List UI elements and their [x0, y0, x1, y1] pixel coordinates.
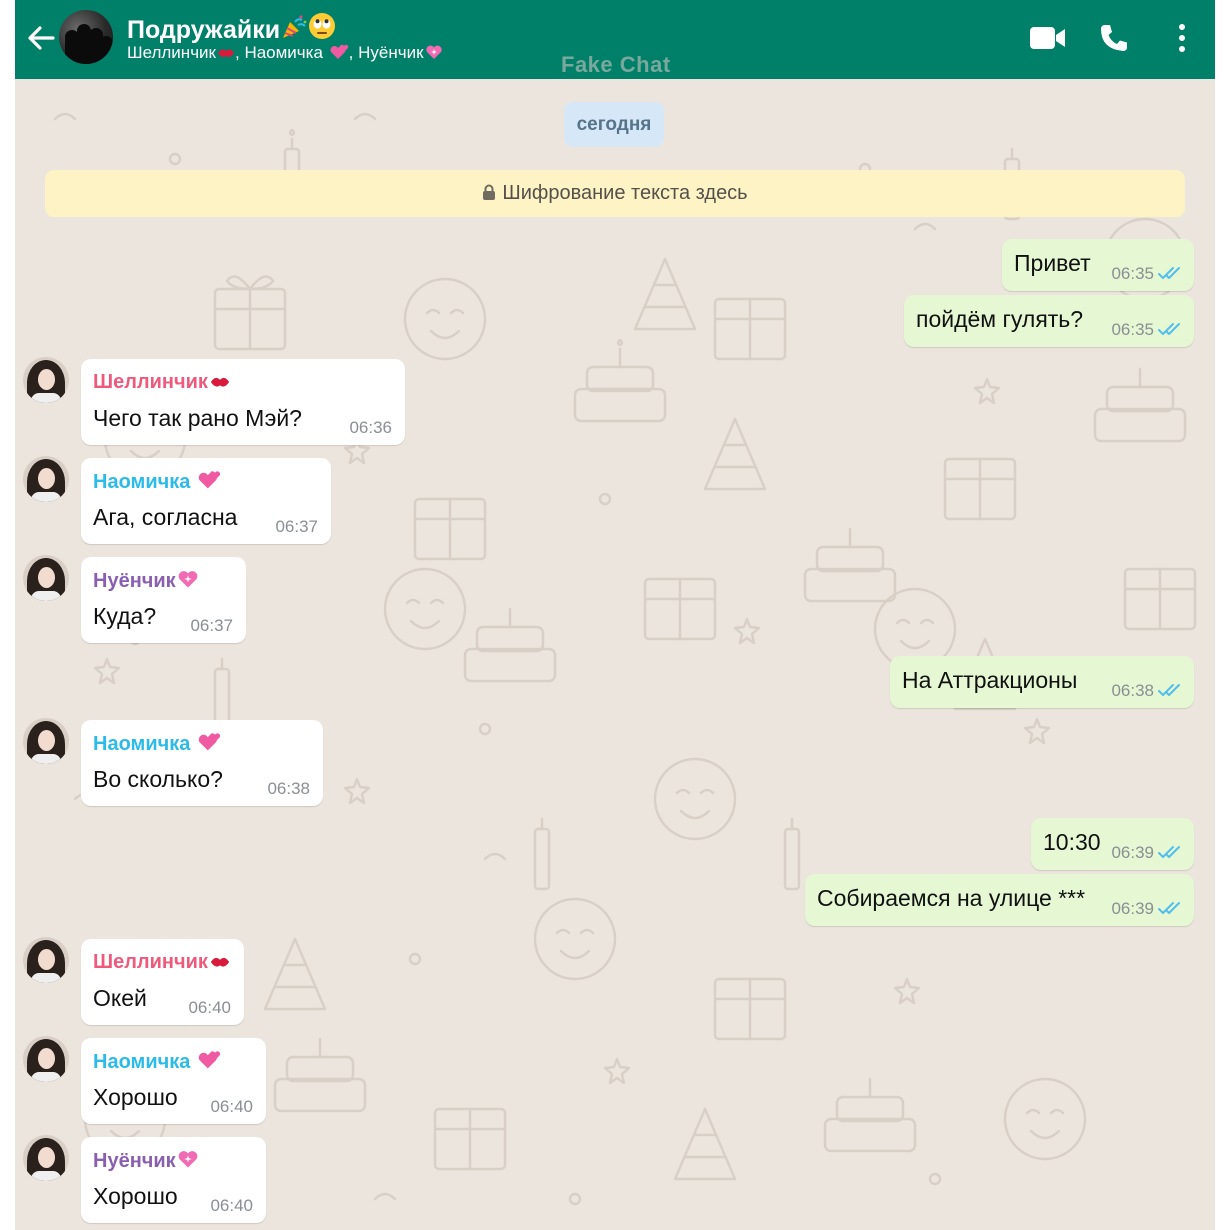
sender-avatar[interactable]: [23, 1036, 69, 1082]
sender-name-text: Нуёнчик: [93, 570, 176, 592]
outgoing-message[interactable]: Привет 06:35: [1002, 239, 1194, 291]
back-arrow-icon[interactable]: [25, 20, 57, 56]
message-time: 06:37: [275, 517, 318, 536]
member-name: Наомичка: [244, 43, 323, 62]
sender-avatar[interactable]: [23, 937, 69, 983]
message-time: 06:39: [1111, 899, 1154, 918]
encryption-notice-text: Шифрование текста здесь: [502, 182, 748, 204]
incoming-message[interactable]: Наомичка Во сколько? 06:38: [81, 720, 323, 806]
kiss-mark-icon: [210, 957, 230, 967]
incoming-message[interactable]: Наомичка Ага, согласна 06:37: [81, 458, 331, 544]
message-time: 06:37: [190, 616, 233, 635]
message-time: 06:40: [188, 998, 231, 1017]
sparkling-heart-icon: [425, 45, 442, 59]
two-hearts-icon: [198, 471, 221, 489]
sparkling-heart-icon: [178, 1151, 198, 1168]
chat-area[interactable]: сегодня Шифрование текста здесь Привет 06…: [15, 79, 1215, 1230]
two-hearts-icon: [198, 733, 221, 751]
app-watermark: Fake Chat: [561, 52, 671, 77]
incoming-message[interactable]: Наомичка Хорошо 06:40: [81, 1038, 266, 1124]
sender-avatar[interactable]: [23, 456, 69, 502]
message-text: Хорошо: [93, 1084, 178, 1110]
message-text: Окей: [93, 985, 147, 1011]
sender-avatar[interactable]: [23, 1135, 69, 1181]
message-time: 06:40: [210, 1196, 253, 1215]
sender-name[interactable]: Наомичка: [93, 470, 221, 494]
chat-header: Подружайки Шеллинчик, Наомичка , Нуёнчик: [15, 0, 1215, 79]
read-receipt-icon: [1158, 322, 1182, 341]
message-text: На Аттракционы: [902, 667, 1078, 693]
incoming-message[interactable]: Нуёнчик Хорошо 06:40: [81, 1137, 266, 1223]
read-receipt-icon: [1158, 901, 1182, 920]
eye-roll-face-icon: [309, 13, 336, 39]
chat-app: Подружайки Шеллинчик, Наомичка , Нуёнчик: [15, 0, 1215, 1230]
message-text: 10:30: [1043, 829, 1101, 855]
sender-name-text: Шеллинчик: [93, 371, 208, 393]
message-text: Привет: [1014, 250, 1091, 276]
outgoing-message[interactable]: пойдём гулять? 06:35: [904, 295, 1194, 347]
message-text: Хорошо: [93, 1183, 178, 1209]
sender-name[interactable]: Шеллинчик: [93, 371, 231, 394]
phone-icon[interactable]: [1098, 22, 1130, 54]
member-name: Нуёнчик: [358, 43, 424, 62]
incoming-message[interactable]: Шеллинчик Чего так рано Мэй? 06:36: [81, 359, 405, 445]
more-options-icon[interactable]: [1175, 22, 1189, 54]
outgoing-message[interactable]: 10:30 06:39: [1031, 818, 1194, 870]
group-avatar[interactable]: [59, 10, 113, 64]
message-text: Куда?: [93, 603, 157, 629]
sparkling-heart-icon: [178, 571, 198, 588]
message-text: Чего так рано Мэй?: [93, 405, 302, 431]
message-time: 06:38: [267, 779, 310, 798]
sender-name[interactable]: Наомичка: [93, 732, 221, 756]
encryption-notice[interactable]: Шифрование текста здесь: [45, 170, 1185, 217]
sender-avatar[interactable]: [23, 555, 69, 601]
message-time: 06:36: [349, 418, 392, 437]
group-members: Шеллинчик, Наомичка , Нуёнчик: [127, 43, 443, 63]
message-time: 06:35: [1111, 264, 1154, 283]
read-receipt-icon: [1158, 266, 1182, 285]
read-receipt-icon: [1158, 683, 1182, 702]
outgoing-message[interactable]: На Аттракционы 06:38: [890, 656, 1194, 708]
sender-name-text: Наомичка: [93, 1051, 191, 1073]
two-hearts-icon: [198, 1051, 221, 1069]
sender-name-text: Наомичка: [93, 471, 191, 493]
sender-name-text: Наомичка: [93, 733, 191, 755]
message-time: 06:39: [1111, 843, 1154, 862]
two-hearts-icon: [330, 44, 348, 59]
sender-name-text: Шеллинчик: [93, 951, 208, 973]
video-call-icon[interactable]: [1029, 24, 1067, 52]
sender-name[interactable]: Нуёнчик: [93, 1149, 199, 1173]
sender-name[interactable]: Наомичка: [93, 1050, 221, 1074]
kiss-mark-icon: [210, 377, 230, 387]
sender-avatar[interactable]: [23, 357, 69, 403]
message-text: Во сколько?: [93, 766, 223, 792]
group-title-text: Подружайки: [127, 16, 281, 44]
message-text: пойдём гулять?: [916, 306, 1084, 332]
message-text: Собираемся на улице ***: [817, 885, 1086, 911]
read-receipt-icon: [1158, 845, 1182, 864]
outgoing-message[interactable]: Собираемся на улице *** 06:39: [805, 874, 1194, 926]
incoming-message[interactable]: Шеллинчик Окей 06:40: [81, 939, 244, 1025]
sender-avatar[interactable]: [23, 718, 69, 764]
message-time: 06:40: [210, 1097, 253, 1116]
message-time: 06:38: [1111, 681, 1154, 700]
member-name: Шеллинчик: [127, 43, 216, 62]
kiss-mark-icon: [217, 49, 234, 57]
message-text: Ага, согласна: [93, 504, 238, 530]
date-chip: сегодня: [564, 102, 664, 147]
message-time: 06:35: [1111, 320, 1154, 339]
group-title[interactable]: Подружайки: [127, 12, 336, 45]
sender-name[interactable]: Нуёнчик: [93, 569, 199, 593]
sender-name[interactable]: Шеллинчик: [93, 951, 231, 974]
incoming-message[interactable]: Нуёнчик Куда? 06:37: [81, 557, 246, 643]
party-popper-icon: [283, 15, 307, 38]
sender-name-text: Нуёнчик: [93, 1150, 176, 1172]
lock-icon: [483, 184, 496, 200]
